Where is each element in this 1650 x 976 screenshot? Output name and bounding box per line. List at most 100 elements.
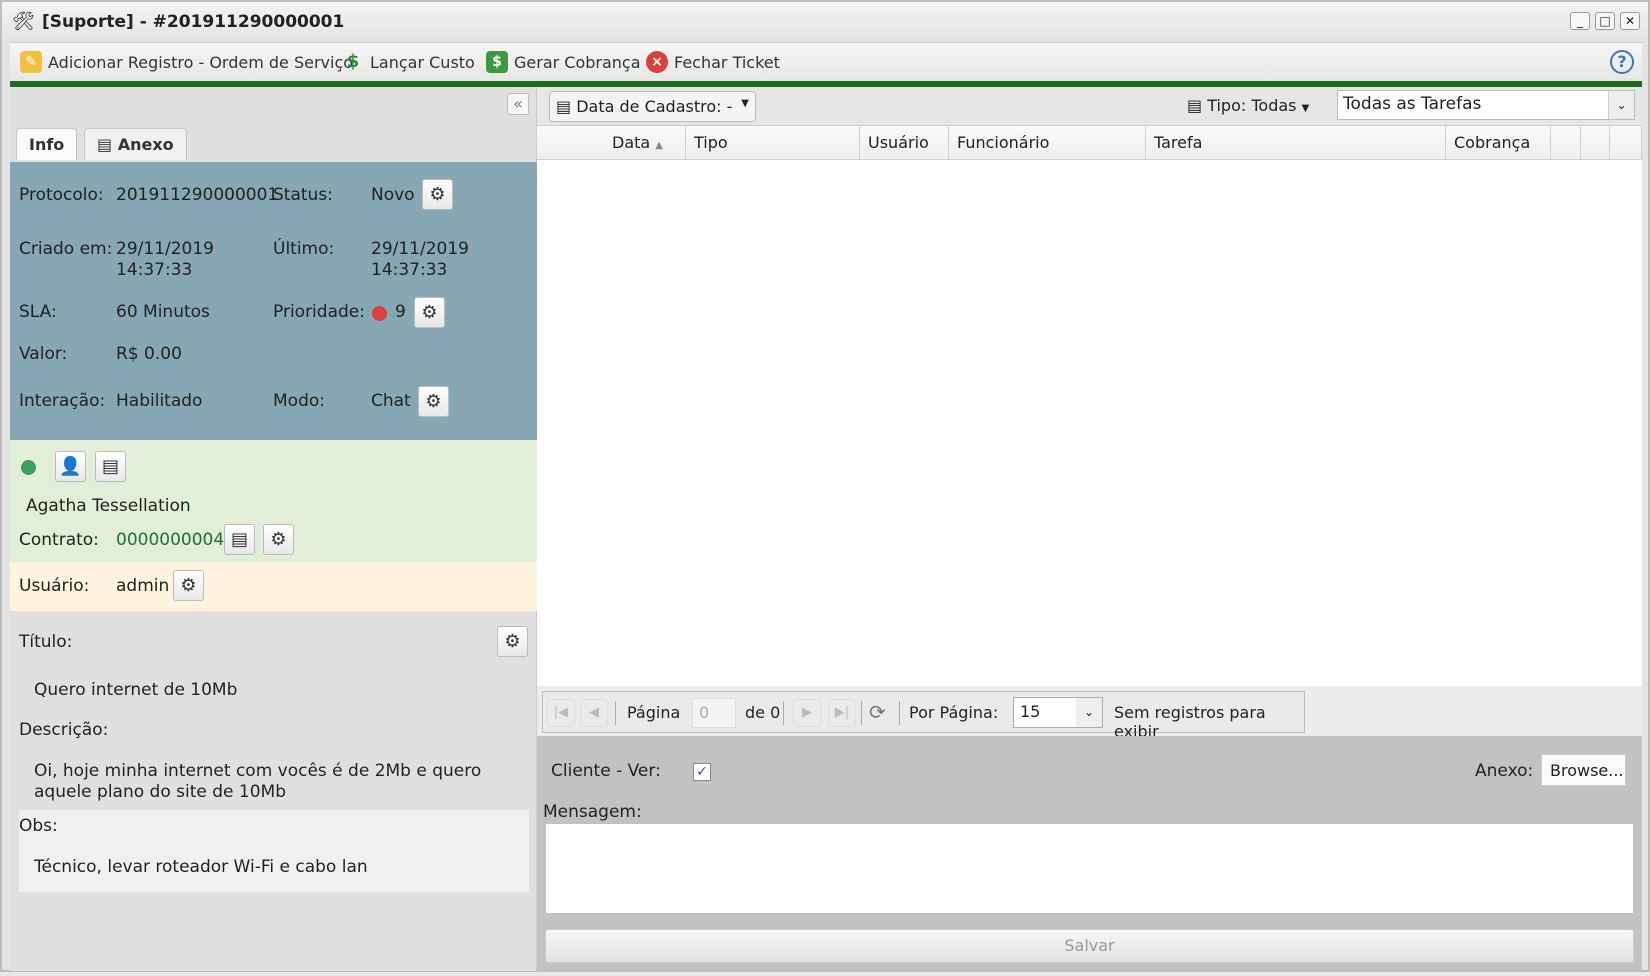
per-page-select[interactable]: 15 ⌄ [1013,697,1103,728]
message-textarea[interactable] [545,823,1634,914]
list-icon: ▤ [101,456,119,477]
message-label: Mensagem: [543,802,642,822]
charge-button[interactable]: $ Gerar Cobrança [486,51,641,73]
column-label: Usuário [868,133,929,152]
mode-value: Chat [371,391,411,411]
tab-info[interactable]: Info [16,128,78,160]
date-filter-button[interactable]: ▤ Data de Cadastro: - ▼ [549,91,756,122]
created-time: 14:37:33 [116,260,193,280]
obs-box: Obs: Técnico, levar roteador Wi-Fi e cab… [19,810,529,892]
obs-label: Obs: [19,816,58,836]
type-filter-label: Tipo: Todas [1207,96,1297,115]
message-form: Cliente - Ver: ✓ Anexo: Browse... Mensag… [537,736,1642,971]
close-button[interactable]: ✕ [1620,12,1640,30]
client-info: 👤 ▤ Agatha Tessellation Contrato: 000000… [10,440,537,562]
user-settings-button[interactable]: ⚙ [173,570,204,601]
tasks-select-value: Todas as Tarefas [1343,94,1482,114]
minimize-button[interactable]: _ [1570,12,1590,30]
column-label: Tipo [694,133,728,152]
mode-settings-button[interactable]: ⚙ [418,386,449,417]
column-action[interactable] [1551,126,1581,160]
caret-down-icon: ▼ [741,98,749,109]
interaction-value: Habilitado [116,391,203,411]
description-value: Oi, hoje minha internet com vocês é de 2… [34,761,482,802]
right-panel: ▤ Data de Cadastro: - ▼ ▤ Tipo: Todas ▼ T… [537,87,1642,971]
gear-icon: ⚙ [180,575,197,596]
cost-button[interactable]: $ Lançar Custo [342,51,475,73]
column-label: Tarefa [1154,133,1203,152]
collapse-button[interactable]: « [507,93,529,115]
client-view-checkbox[interactable]: ✓ [693,763,711,781]
prev-page-icon[interactable]: ◀ [580,699,608,727]
add-record-button[interactable]: ✎ Adicionar Registro - Ordem de Serviço [20,51,353,73]
first-page-icon[interactable]: |◀ [547,699,575,727]
paging-area: |◀ ◀ Página 0 de 0 ▶ ▶| ⟳ Por Página: 15… [537,686,1642,741]
type-filter-button[interactable]: ▤ Tipo: Todas ▼ [1187,96,1309,115]
client-profile-button[interactable]: 👤 [55,451,86,482]
attachment-label: Anexo: [1475,761,1534,781]
column-usuario[interactable]: Usuário [860,126,949,160]
date-filter-label: Data de Cadastro: - [576,97,733,116]
tasks-select[interactable]: Todas as Tarefas ⌄ [1337,90,1635,120]
last-time: 14:37:33 [371,260,448,280]
browse-button[interactable]: Browse... [1541,754,1626,786]
title-bar: 🛠 [Suporte] - #201911290000001 _ □ ✕ [2,2,1648,42]
column-tipo[interactable]: Tipo [686,126,860,160]
column-data[interactable]: Data ▲ [537,126,686,160]
tab-attachment-label: Anexo [117,135,174,154]
protocol-label: Protocolo: [19,185,104,205]
last-page-icon[interactable]: ▶| [828,699,856,727]
gear-icon: ⚙ [504,631,521,652]
column-label: Funcionário [957,133,1050,152]
add-record-label: Adicionar Registro - Ordem de Serviço [48,52,354,72]
tab-info-label: Info [29,135,65,154]
protocol-value: 201911290000001 [116,185,279,205]
sla-value: 60 Minutos [116,302,210,322]
refresh-icon[interactable]: ⟳ [869,700,886,724]
help-icon[interactable]: ? [1610,50,1634,74]
ticket-info: Protocolo: 201911290000001 Status: Novo … [10,162,537,440]
close-circle-icon: × [646,51,668,73]
maximize-button[interactable]: □ [1595,12,1615,30]
last-label: Último: [273,239,335,259]
gear-icon: ⚙ [270,529,287,550]
column-cobranca[interactable]: Cobrança [1446,126,1551,160]
chevron-down-icon: ⌄ [1608,91,1634,119]
per-page-label: Por Página: [909,703,999,722]
priority-label: Prioridade: [273,302,365,322]
column-action[interactable] [1581,126,1610,160]
column-funcionario[interactable]: Funcionário [949,126,1146,160]
value-label: Valor: [19,344,68,364]
column-action[interactable] [1610,126,1642,160]
status-value: Novo [371,185,415,205]
next-page-icon[interactable]: ▶ [793,699,821,727]
cash-icon: $ [486,51,508,73]
title-value: Quero internet de 10Mb [34,680,238,700]
toolbar: ✎ Adicionar Registro - Ordem de Serviço $… [10,42,1642,82]
status-settings-button[interactable]: ⚙ [422,179,453,210]
contract-document-button[interactable]: ▤ [224,524,255,555]
user-icon: 👤 [59,456,82,477]
obs-value: Técnico, levar roteador Wi-Fi e cabo lan [34,857,368,877]
client-details-button[interactable]: ▤ [95,451,126,482]
close-ticket-button[interactable]: × Fechar Ticket [646,51,780,73]
contract-settings-button[interactable]: ⚙ [263,524,294,555]
save-button[interactable]: Salvar [545,929,1634,963]
page-count: de 0 [745,703,781,722]
contract-link[interactable]: 0000000004 [116,530,224,550]
close-ticket-label: Fechar Ticket [674,52,780,72]
gear-icon: ⚙ [429,184,446,205]
created-date: 29/11/2019 [116,239,214,259]
column-tarefa[interactable]: Tarefa [1146,126,1446,160]
column-label: Data [612,133,651,152]
caret-down-icon: ▼ [1301,103,1310,114]
priority-settings-button[interactable]: ⚙ [414,297,445,328]
title-settings-button[interactable]: ⚙ [497,626,528,657]
tab-attachment[interactable]: ▤ Anexo [84,128,187,160]
left-panel: « Info ▤ Anexo Protocolo: 20191129000000… [10,87,537,971]
paging-toolbar: |◀ ◀ Página 0 de 0 ▶ ▶| ⟳ Por Página: 15… [542,691,1305,741]
page-input[interactable]: 0 [692,698,736,728]
status-label: Status: [273,185,333,205]
value-value: R$ 0.00 [116,344,182,364]
client-view-label: Cliente - Ver: [551,761,661,781]
